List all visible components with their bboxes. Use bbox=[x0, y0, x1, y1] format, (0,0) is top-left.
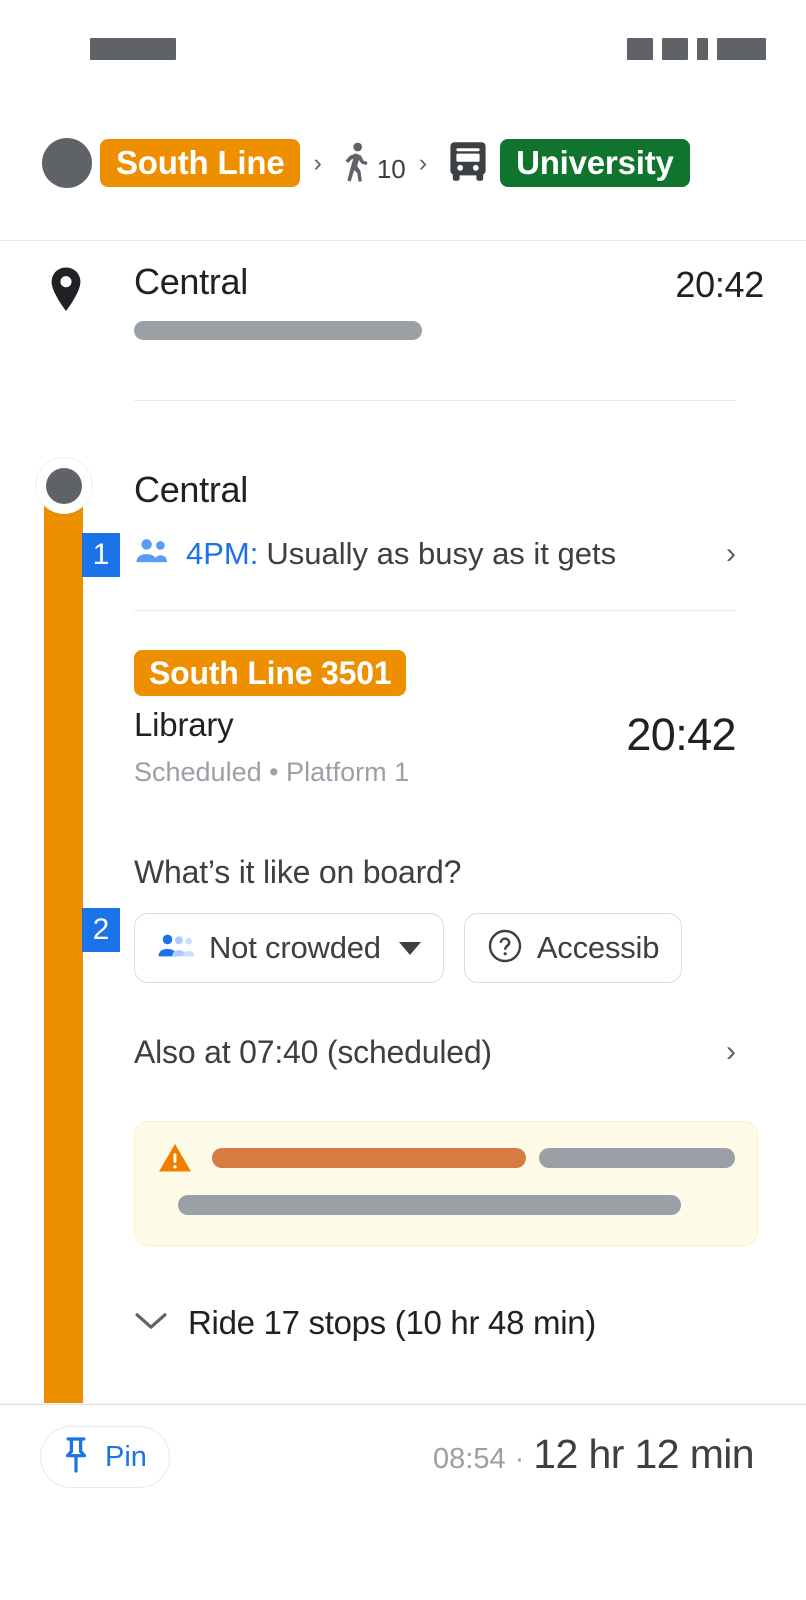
departure-status-platform: Scheduled • Platform 1 bbox=[134, 757, 410, 787]
chip-accessibility[interactable]: Accessib bbox=[463, 913, 683, 983]
trip-total-duration: 12 hr 12 min bbox=[533, 1431, 754, 1477]
departure-origin-body: Central bbox=[90, 262, 675, 340]
trip-eta-group: 08:54 · 12 hr 12 min bbox=[433, 1431, 755, 1478]
route-step-separator-1: › bbox=[313, 148, 322, 177]
departure-origin-name: Central bbox=[134, 261, 248, 302]
busyness-time-label: 4PM: bbox=[186, 536, 259, 571]
departure-time-large: 20:42 bbox=[626, 709, 736, 760]
chevron-down-icon[interactable] bbox=[398, 941, 421, 955]
trip-arrival-time: 08:54 bbox=[433, 1443, 506, 1475]
chip-accessibility-label: Accessib bbox=[536, 930, 660, 965]
chip-crowding[interactable]: Not crowded bbox=[134, 913, 444, 983]
route-step-separator-2: › bbox=[418, 148, 428, 177]
eta-separator: · bbox=[514, 1443, 525, 1475]
step-number-badge-2: 2 bbox=[82, 908, 120, 952]
ride-stops-expander[interactable]: Ride 17 stops (10 hr 48 min) bbox=[134, 1294, 736, 1352]
status-icon-block-1 bbox=[627, 38, 653, 60]
busyness-row[interactable]: 4PM: Usually as busy as it gets › bbox=[134, 528, 736, 580]
walking-person-icon bbox=[345, 142, 368, 182]
departure-origin-row[interactable]: Central 20:42 bbox=[0, 262, 806, 340]
destination-headsign: Library bbox=[134, 706, 234, 743]
route-timeline-bar bbox=[44, 490, 83, 1403]
status-icon-block-2 bbox=[662, 38, 688, 60]
status-bar-left-redacted-block bbox=[90, 38, 176, 60]
chevron-down-icon-ride[interactable] bbox=[134, 1306, 174, 1340]
walk-duration-minutes: 10 bbox=[376, 153, 406, 184]
status-bar bbox=[0, 0, 806, 86]
service-alert-redacted-bar-3 bbox=[178, 1195, 681, 1215]
departure-detail-block[interactable]: Library Scheduled • Platform 1 20:42 bbox=[134, 706, 737, 788]
onboard-question-label: What’s it like on board? bbox=[134, 854, 462, 890]
warning-triangle-icon bbox=[157, 1142, 193, 1174]
transit-directions-screen: South Line › 10 › University Central 20:… bbox=[0, 0, 806, 1600]
divider-after-origin bbox=[134, 400, 736, 401]
boarding-stop-name: Central bbox=[134, 469, 248, 510]
pin-button-label: Pin bbox=[105, 1440, 147, 1473]
bottom-action-bar: Pin 08:54 · 12 hr 12 min bbox=[0, 1404, 806, 1600]
chevron-right-icon-also[interactable]: › bbox=[726, 1035, 736, 1069]
route-line-badge-secondary[interactable]: University bbox=[500, 139, 690, 187]
departure-detail-texts: Library Scheduled • Platform 1 bbox=[134, 706, 409, 788]
timeline-board-knob bbox=[36, 458, 92, 514]
step-number-badge-1: 1 bbox=[82, 533, 120, 577]
question-circle-icon bbox=[487, 928, 523, 969]
onboard-attribute-chips[interactable]: Not crowded Accessib bbox=[134, 912, 806, 984]
ride-stops-label: Ride 17 stops (10 hr 48 min) bbox=[188, 1304, 596, 1341]
transit-line-badge[interactable]: South Line 3501 bbox=[134, 650, 407, 696]
people-icon bbox=[134, 536, 170, 572]
service-alert-first-line bbox=[157, 1142, 735, 1174]
route-summary-header[interactable]: South Line › 10 › University bbox=[0, 86, 806, 241]
service-alert-redacted-bar-1 bbox=[212, 1148, 526, 1168]
location-pin-icon bbox=[46, 262, 90, 319]
transit-dot-icon bbox=[42, 138, 92, 188]
chip-crowding-label: Not crowded bbox=[209, 930, 381, 965]
pushpin-icon bbox=[59, 1436, 93, 1479]
also-at-label: Also at 07:40 (scheduled) bbox=[134, 1033, 492, 1070]
status-icon-block-3 bbox=[697, 38, 708, 60]
line-badge-wrapper: South Line 3501 bbox=[134, 650, 407, 696]
divider-after-busyness bbox=[134, 610, 736, 611]
status-bar-right-indicators bbox=[627, 38, 766, 60]
bus-icon bbox=[444, 139, 492, 187]
walk-segment: 10 bbox=[335, 139, 406, 187]
pin-button[interactable]: Pin bbox=[40, 1426, 170, 1488]
busyness-description: Usually as busy as it gets bbox=[266, 536, 617, 571]
service-alert-box[interactable] bbox=[134, 1121, 758, 1246]
departure-origin-time: 20:42 bbox=[675, 264, 764, 305]
route-line-badge-primary[interactable]: South Line bbox=[100, 139, 301, 187]
status-battery-block bbox=[717, 38, 766, 60]
service-alert-redacted-bar-2 bbox=[538, 1148, 735, 1168]
crowding-people-icon bbox=[157, 932, 195, 965]
also-at-row[interactable]: Also at 07:40 (scheduled) › bbox=[134, 1024, 736, 1080]
departure-origin-subtitle-redacted bbox=[134, 320, 422, 340]
chevron-right-icon[interactable]: › bbox=[726, 537, 736, 571]
